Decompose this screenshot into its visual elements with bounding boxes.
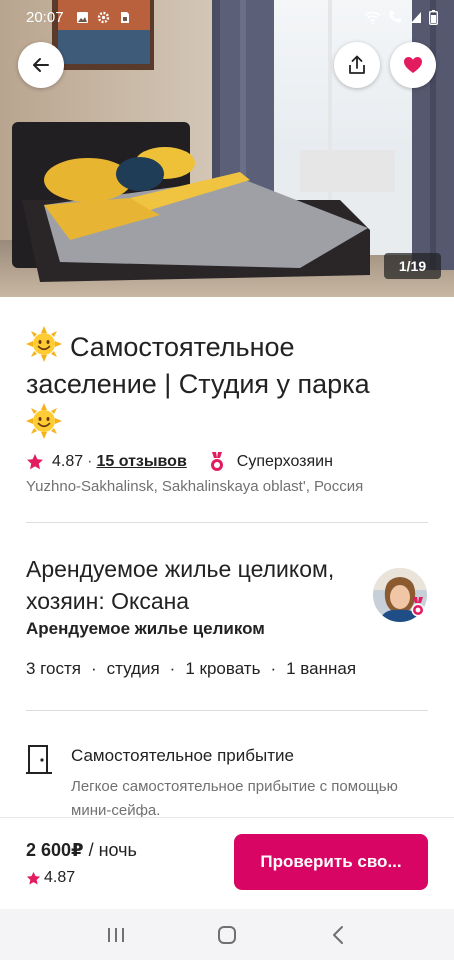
- listing-screen: 1/19 20:07 Самостоятельное заселение | С…: [0, 0, 454, 960]
- superhost-label: Суперхозяин: [236, 453, 333, 470]
- photo-counter: 1/19: [384, 253, 441, 279]
- share-icon: [349, 55, 365, 74]
- footer-rating-value: 4.87: [44, 869, 76, 886]
- heart-icon: [404, 57, 422, 73]
- arrow-left-icon: [33, 58, 49, 72]
- share-button[interactable]: [334, 42, 380, 88]
- recent-apps-icon: [107, 927, 124, 942]
- price-line: 2 600₽ / ночь: [26, 840, 137, 861]
- guests-count: 3 гостя: [26, 659, 81, 678]
- sun-emoji-icon: [26, 326, 62, 362]
- superhost-medal-icon: [210, 452, 223, 471]
- price-value: 2 600₽: [26, 840, 84, 860]
- booking-footer: 2 600₽ / ночь 4.87 Проверить сво...: [0, 817, 454, 909]
- rating-separator: ·: [87, 453, 93, 470]
- settings-icon: [97, 11, 109, 23]
- favorite-button[interactable]: [390, 42, 436, 88]
- divider: [26, 522, 428, 523]
- superhost-badge-icon: [411, 597, 425, 617]
- details-separator: ·: [270, 659, 277, 678]
- sim-icon: [120, 11, 129, 23]
- status-bar: 20:07: [0, 0, 454, 34]
- sun-emoji-icon: [26, 403, 62, 439]
- star-icon: [26, 871, 41, 884]
- signal-icon: [411, 11, 421, 23]
- details-separator: ·: [90, 659, 97, 678]
- gallery-icon: [76, 11, 88, 23]
- rating-value: 4.87: [52, 453, 84, 470]
- check-availability-button[interactable]: Проверить сво...: [234, 834, 428, 890]
- wifi-icon: [364, 11, 381, 24]
- feature-description: Легкое самостоятельное прибытие с помощь…: [71, 778, 398, 817]
- room-type: студия: [106, 659, 160, 678]
- listing-title: Самостоятельное заселение | Студия у пар…: [26, 326, 416, 443]
- home-button[interactable]: [207, 915, 247, 955]
- reviews-link[interactable]: 15 отзывов: [96, 453, 186, 471]
- divider: [26, 710, 428, 711]
- footer-rating: 4.87: [26, 869, 75, 887]
- wifi-call-icon: [389, 11, 401, 23]
- feature-title: Самостоятельное прибытие: [71, 746, 294, 765]
- listing-details-row: 3 гостя · студия · 1 кровать · 1 ванная: [26, 659, 356, 679]
- system-nav-bar: [0, 909, 454, 960]
- beds-count: 1 кровать: [185, 659, 261, 678]
- home-icon: [217, 925, 236, 944]
- battery-icon: [429, 9, 438, 25]
- back-button[interactable]: [18, 42, 64, 88]
- location-text[interactable]: Yuzhno-Sakhalinsk, Sakhalinskaya oblast'…: [26, 478, 363, 495]
- listing-photo[interactable]: 1/19: [0, 0, 454, 297]
- status-time: 20:07: [26, 8, 64, 26]
- back-nav-button[interactable]: [318, 915, 358, 955]
- listing-title-text: Самостоятельное заселение | Студия у пар…: [26, 332, 370, 399]
- listing-details[interactable]: Самостоятельное заселение | Студия у пар…: [0, 297, 454, 817]
- chevron-left-icon: [333, 925, 344, 944]
- rating-row: 4.87 · 15 отзывов Суперхозяин: [26, 452, 333, 472]
- baths-count: 1 ванная: [286, 659, 357, 678]
- recent-apps-button[interactable]: [96, 915, 136, 955]
- host-subtitle: Арендуемое жилье целиком: [26, 619, 265, 638]
- host-title: Арендуемое жилье целиком, хозяин: Оксана: [26, 556, 335, 614]
- details-separator: ·: [169, 659, 176, 678]
- door-icon: [26, 745, 52, 774]
- feature-self-checkin: Самостоятельное прибытие Легкое самостоя…: [26, 743, 428, 817]
- star-icon: [27, 454, 43, 470]
- price-period: / ночь: [83, 840, 137, 860]
